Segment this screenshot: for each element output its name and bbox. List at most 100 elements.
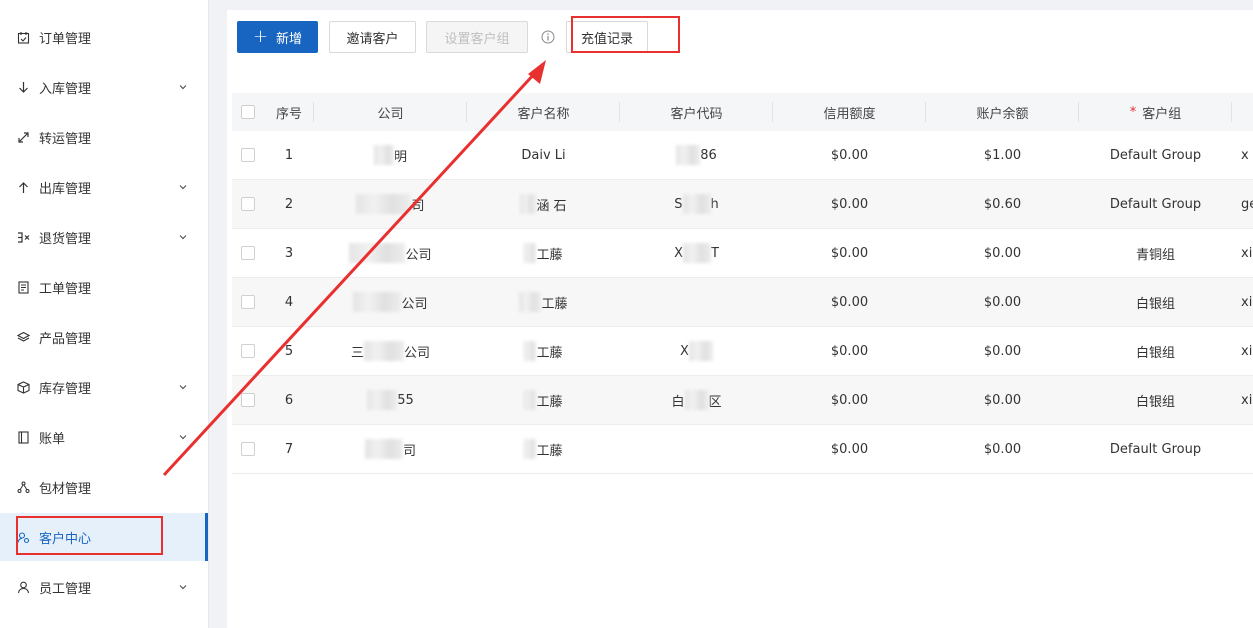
table-row[interactable]: 5 三 公司 工藤 X $0.00 $0.00 白银组 xi [232, 327, 1253, 376]
add-button-label: 新增 [276, 31, 303, 47]
row-checkbox[interactable] [241, 197, 255, 211]
overflow-column-text: xi [1241, 294, 1253, 310]
redacted-text [364, 341, 404, 361]
customer-name: 涵 石 [536, 198, 567, 214]
overflow-column-text: xi [1241, 392, 1253, 408]
row-index: 3 [284, 245, 294, 261]
code-fragment: 86 [700, 147, 717, 163]
app-window: 订单管理 入库管理 转运管理 出库管理 退货管理 工单管理 产品管理 库存管理 账单 包材管理 客户… [0, 0, 1253, 628]
sidebar-item-label: 出库管理 [39, 181, 92, 197]
column-header: 序号 [275, 106, 302, 122]
redacted-text [364, 439, 403, 459]
add-button[interactable]: + 新增 [237, 21, 318, 53]
arrow-up-icon [16, 180, 30, 194]
table-row[interactable]: 2 司 涵 石 Sh $0.00 $0.60 Default Group ge [232, 180, 1253, 229]
code-fragment: 区 [708, 394, 722, 410]
overflow-column-text: xi [1241, 343, 1253, 359]
table-row[interactable]: 1 明 Daiv Li 86 $0.00 $1.00 Default Group x [232, 131, 1253, 180]
redacted-text [676, 145, 701, 165]
column-header: 客户代码 [670, 106, 723, 122]
sidebar-item-label: 工单管理 [39, 281, 92, 297]
chevron-down-icon[interactable] [178, 582, 188, 592]
document-icon [16, 280, 30, 294]
row-checkbox[interactable] [241, 246, 255, 260]
redacted-text [367, 390, 398, 410]
redacted-text [356, 194, 412, 214]
sidebar-item-label: 包材管理 [39, 481, 92, 497]
return-icon [16, 230, 30, 244]
customer-name: 工藤 [536, 345, 563, 361]
sidebar-item-3[interactable]: 转运管理 [0, 117, 208, 157]
table-row[interactable]: 3 公司 工藤 X T $0.00 $0.00 青铜组 xi [232, 229, 1253, 278]
sidebar-item-label: 账单 [39, 431, 66, 447]
sidebar-item-label: 订单管理 [39, 31, 92, 47]
account-balance: $1.00 [983, 147, 1022, 163]
redacted-text [524, 243, 537, 263]
sidebar-item-12[interactable]: 员工管理 [0, 567, 208, 607]
credit-limit: $0.00 [830, 343, 869, 359]
sidebar-item-label: 退货管理 [39, 231, 92, 247]
credit-limit: $0.00 [830, 196, 869, 212]
set-customer-group-label: 设置客户组 [444, 31, 510, 47]
table-row[interactable]: 7 司 工藤 $0.00 $0.00 Default Group [232, 425, 1253, 474]
recharge-record-button[interactable]: 充值记录 [566, 21, 648, 53]
redacted-text [524, 390, 537, 410]
credit-limit: $0.00 [830, 245, 869, 261]
column-header: 客户组 [1142, 106, 1182, 122]
sidebar-item-4[interactable]: 出库管理 [0, 167, 208, 207]
toolbar: + 新增 邀请客户 设置客户组 充值记录 [237, 21, 648, 53]
overflow-column-text: xi [1241, 245, 1253, 261]
sidebar-item-5[interactable]: 退货管理 [0, 217, 208, 257]
row-checkbox[interactable] [241, 442, 255, 456]
column-header: 客户名称 [517, 106, 570, 122]
company-fragment: 三 [350, 345, 364, 361]
sidebar-item-7[interactable]: 产品管理 [0, 317, 208, 357]
chevron-down-icon[interactable] [178, 182, 188, 192]
customer-group: Default Group [1109, 441, 1202, 457]
code-fragment: X [674, 245, 683, 261]
row-checkbox[interactable] [241, 148, 255, 162]
redacted-text [524, 439, 537, 459]
sidebar: 订单管理入库管理转运管理出库管理退货管理工单管理产品管理库存管理账单包材管理客户… [0, 0, 209, 628]
sidebar-item-9[interactable]: 账单 [0, 417, 208, 457]
redacted-text [519, 292, 542, 312]
sidebar-item-1[interactable]: 订单管理 [0, 17, 208, 57]
table-row[interactable]: 6 55 工藤 白 区 $0.00 $0.00 白银组 xi [232, 376, 1253, 425]
redacted-text [682, 243, 711, 263]
invite-customer-label: 邀请客户 [346, 31, 399, 47]
sidebar-item-10[interactable]: 包材管理 [0, 467, 208, 507]
arrow-down-icon [16, 80, 30, 94]
code-fragment: 白 [671, 394, 685, 410]
table-row[interactable]: 4 公司 工藤 $0.00 $0.00 白银组 xi [232, 278, 1253, 327]
column-header: 公司 [377, 106, 404, 122]
sidebar-item-11[interactable]: 客户中心 [0, 513, 208, 561]
main-panel: + 新增 邀请客户 设置客户组 充值记录 序号 公司 客户名称 客户代码 信用额度 账户余… [227, 10, 1253, 628]
column-header: 信用额度 [823, 106, 876, 122]
chevron-down-icon[interactable] [178, 82, 188, 92]
network-icon [16, 480, 30, 494]
row-index: 1 [284, 147, 294, 163]
chevron-down-icon[interactable] [178, 382, 188, 392]
invite-customer-button[interactable]: 邀请客户 [329, 21, 416, 53]
row-checkbox[interactable] [241, 393, 255, 407]
sidebar-item-2[interactable]: 入库管理 [0, 67, 208, 107]
row-checkbox[interactable] [241, 295, 255, 309]
book-icon [16, 430, 30, 444]
chevron-down-icon[interactable] [178, 432, 188, 442]
row-index: 4 [284, 294, 294, 310]
layers-icon [16, 330, 30, 344]
customer-group: Default Group [1109, 147, 1202, 163]
set-customer-group-button[interactable]: 设置客户组 [426, 21, 528, 53]
overflow-column-text: x [1241, 147, 1249, 163]
info-circle-icon[interactable] [541, 30, 555, 44]
customer-name: 工藤 [536, 247, 563, 263]
code-fragment: X [680, 343, 689, 359]
chevron-down-icon[interactable] [178, 232, 188, 242]
row-checkbox[interactable] [241, 344, 255, 358]
account-balance: $0.00 [983, 294, 1022, 310]
sidebar-item-8[interactable]: 库存管理 [0, 367, 208, 407]
customer-name: 工藤 [541, 296, 568, 312]
select-all-checkbox[interactable] [241, 105, 255, 119]
sidebar-item-6[interactable]: 工单管理 [0, 267, 208, 307]
company-fragment: 司 [411, 198, 425, 214]
